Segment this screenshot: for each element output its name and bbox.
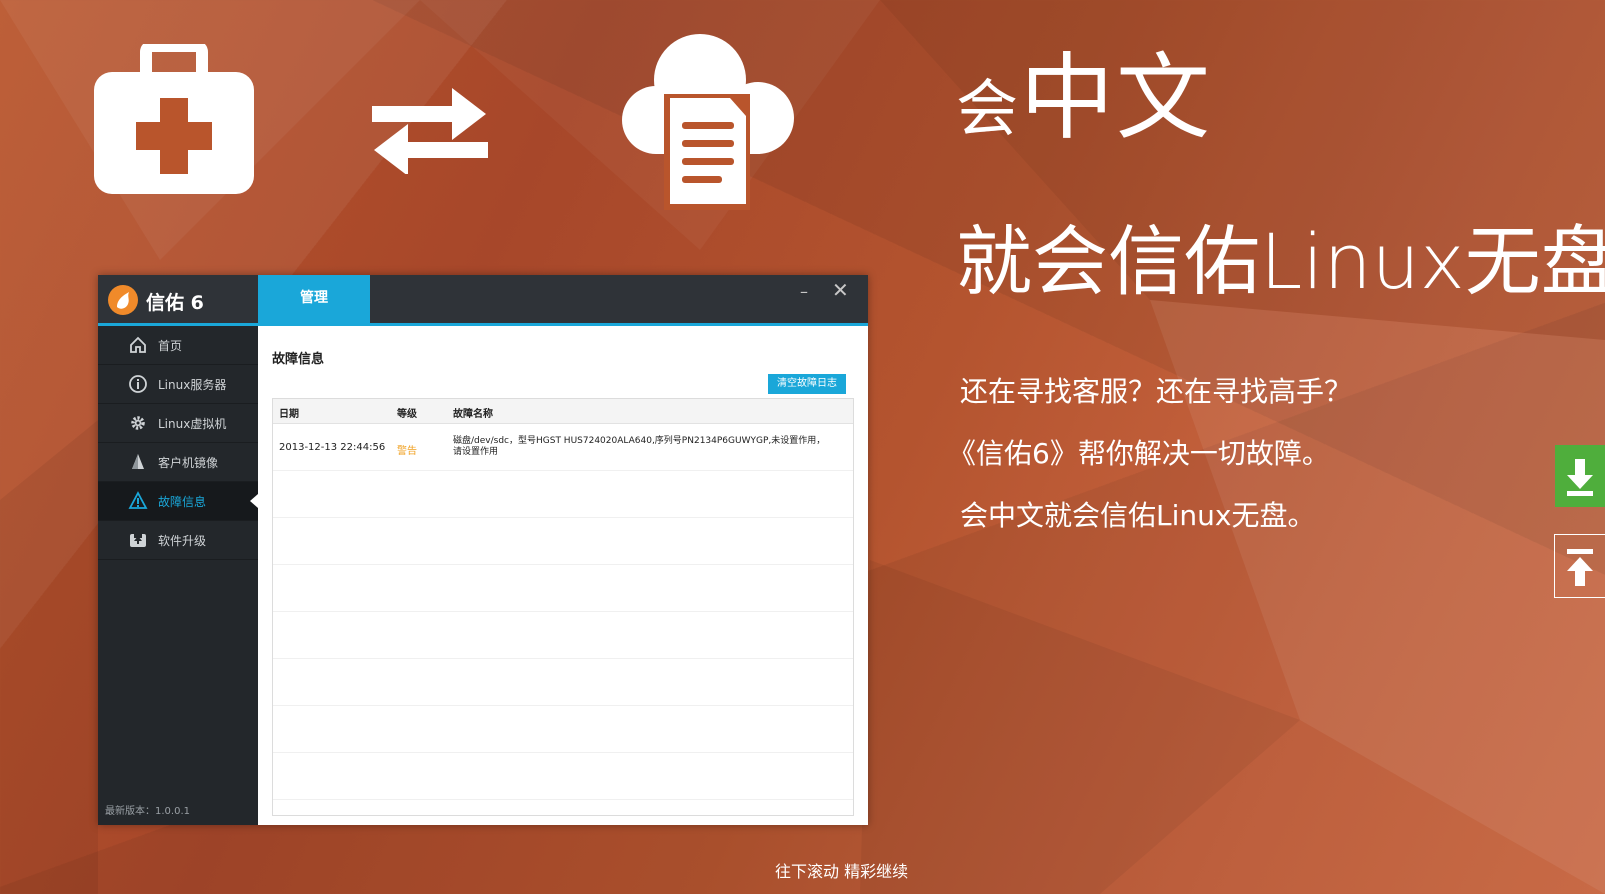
sidebar-item-linux-server[interactable]: Linux服务器 — [98, 365, 258, 404]
sidebar-item-fault-info[interactable]: 故障信息 — [98, 482, 258, 521]
sidebar-item-label: Linux虚拟机 — [158, 417, 227, 431]
table-row-empty — [273, 565, 853, 612]
active-indicator — [250, 494, 258, 508]
table-row-empty — [273, 518, 853, 565]
warning-icon — [128, 491, 148, 509]
tagline-1: 还在寻找客服？还在寻找高手？ — [960, 375, 1353, 408]
sidebar-item-label: 故障信息 — [158, 495, 207, 509]
table-row-empty — [273, 659, 853, 706]
table-row-empty — [273, 471, 853, 518]
cell-level: 警告 — [397, 446, 417, 457]
column-date[interactable]: 日期 — [279, 405, 299, 420]
table-row[interactable]: 2013-12-13 22:44:56 警告 磁盘/dev/sdc，型号HGST… — [273, 424, 853, 471]
swap-arrows-icon — [372, 88, 488, 174]
sidebar-item-upgrade[interactable]: 软件升级 — [98, 521, 258, 560]
sidebar-item-label: 客户机镜像 — [158, 456, 219, 470]
sidebar: 首页 Linux服务器 Linux虚拟机 客户机镜像 故障信息 软件升级 最新版… — [98, 326, 258, 825]
column-level[interactable]: 等级 — [397, 405, 417, 420]
headline-small: 会 — [956, 72, 1021, 145]
headline-big: 中文 — [1020, 44, 1213, 153]
cell-date: 2013-12-13 22:44:56 — [279, 442, 386, 453]
table-header: 日期 等级 故障名称 — [273, 399, 853, 424]
sidebar-item-client-image[interactable]: 客户机镜像 — [98, 443, 258, 482]
fault-table: 日期 等级 故障名称 2013-12-13 22:44:56 警告 磁盘/dev… — [272, 398, 854, 816]
table-row-empty — [273, 753, 853, 800]
app-name: 信佑 6 — [146, 292, 204, 314]
version-text: 最新版本：1.0.0.1 — [105, 806, 190, 817]
sidebar-item-label: 首页 — [158, 339, 183, 353]
tagline-2: 《信佑6》帮你解决一切故障。 — [948, 437, 1330, 470]
download-button[interactable] — [1555, 445, 1605, 507]
image-icon — [132, 454, 144, 469]
app-logo-icon — [108, 285, 138, 315]
back-to-top-icon — [1567, 549, 1593, 586]
tagline-3: 会中文就会信佑Linux无盘。 — [960, 499, 1316, 532]
upgrade-icon — [130, 532, 146, 547]
back-to-top-button[interactable] — [1554, 534, 1605, 598]
minimize-button[interactable]: – — [800, 284, 816, 301]
download-icon — [1567, 459, 1593, 496]
gear-icon — [131, 416, 145, 430]
cell-fault-name: 磁盘/dev/sdc，型号HGST HUS724020ALA640,序列号PN2… — [453, 436, 826, 457]
page-title: 故障信息 — [272, 352, 325, 367]
app-window: 信佑 6 管理 – ✕ 首页 Linux服务器 Linux虚拟机 客户机镜像 故… — [98, 275, 868, 825]
column-fault-name[interactable]: 故障名称 — [453, 405, 493, 420]
info-icon — [129, 375, 147, 393]
title-bar: 信佑 6 管理 – ✕ — [98, 275, 868, 323]
sidebar-item-linux-vm[interactable]: Linux虚拟机 — [98, 404, 258, 443]
headline-line2: 就会信佑Linux无盘 — [956, 217, 1605, 306]
table-row-empty — [273, 612, 853, 659]
clear-log-button[interactable]: 清空故障日志 — [768, 374, 846, 394]
tab-manage[interactable]: 管理 — [258, 275, 370, 323]
main-content: 故障信息 清空故障日志 日期 等级 故障名称 2013-12-13 22:44:… — [258, 326, 868, 825]
cloud-document-icon — [622, 34, 794, 210]
first-aid-kit-icon — [94, 44, 254, 194]
scroll-hint[interactable]: 往下滚动 精彩继续 — [775, 858, 908, 882]
table-row-empty — [273, 706, 853, 753]
home-icon — [130, 336, 146, 353]
sidebar-item-label: 软件升级 — [158, 534, 207, 548]
sidebar-item-label: Linux服务器 — [158, 378, 227, 392]
sidebar-item-home[interactable]: 首页 — [98, 326, 258, 365]
close-button[interactable]: ✕ — [832, 280, 850, 300]
headline-line1: 会中文 — [956, 22, 1212, 158]
